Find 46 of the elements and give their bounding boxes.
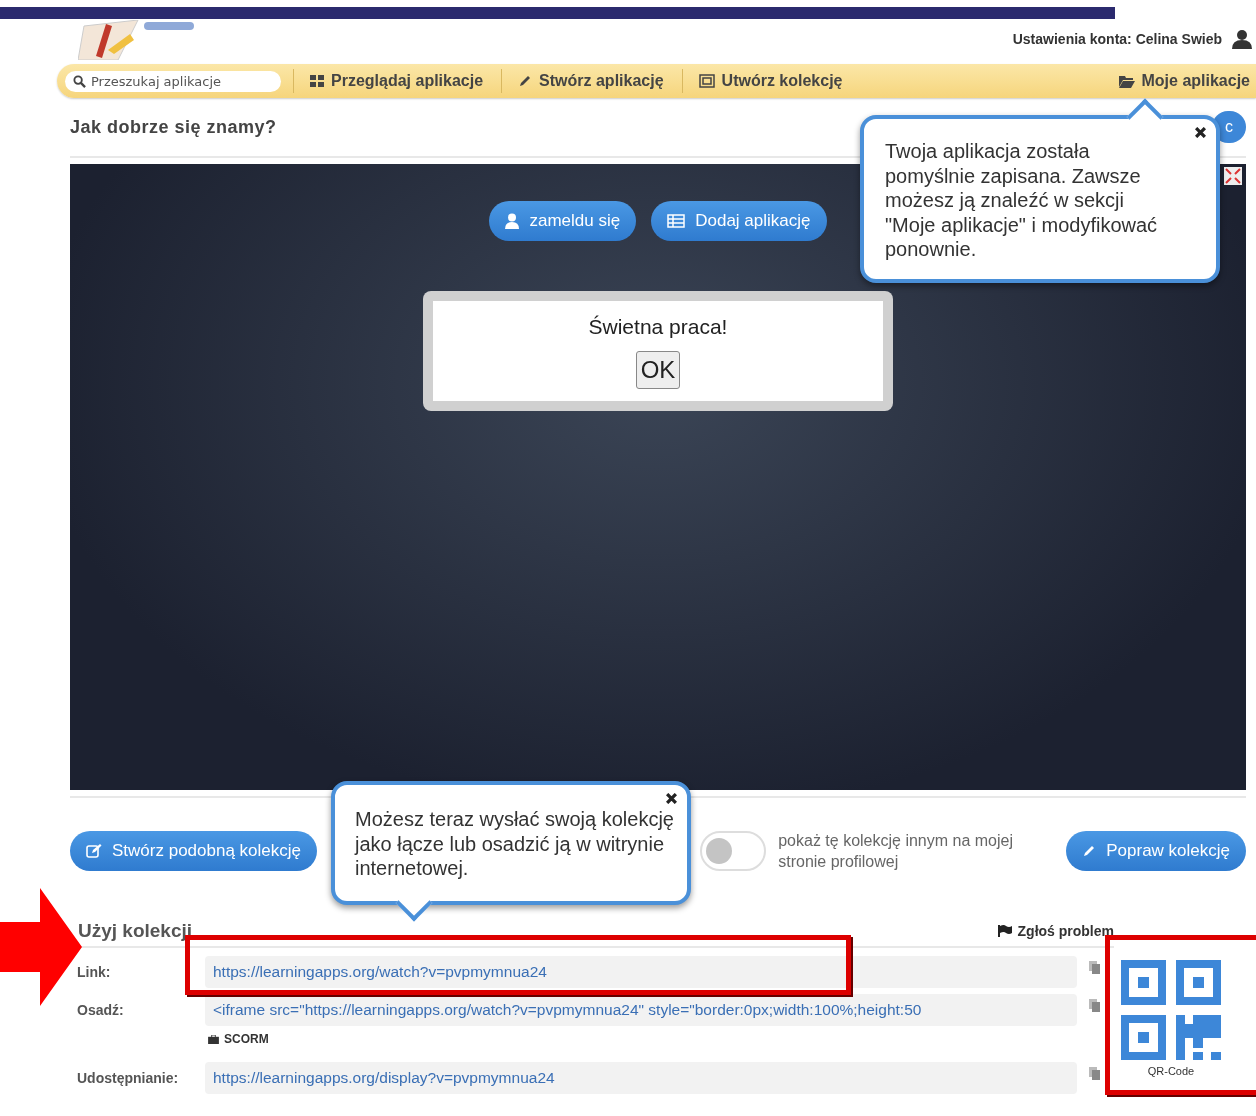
nav-link[interactable]: Stwórz aplikację [512,72,670,90]
grid-icon [310,74,324,88]
create-similar-button[interactable]: Stwórz podobną kolekcję [70,831,317,871]
briefcase-icon [208,1034,219,1044]
folder-icon [1118,74,1135,88]
close-icon[interactable] [666,793,677,804]
field-label: Udostępnianie: [77,1069,180,1086]
user-icon [505,213,520,229]
tooltip-text: Możesz teraz wysłać swoją kolekcję jako łącze lub osadzić ją w witrynie internetowej. [355,807,675,881]
user-icon[interactable] [1232,29,1252,49]
report-problem-link[interactable]: Zgłoś problem [997,923,1114,939]
player-button[interactable]: zameldu się [489,201,637,241]
scorm-link[interactable]: SCORM [208,1032,1077,1046]
copy-icon[interactable] [1089,999,1101,1013]
qr-code-icon[interactable] [1121,960,1221,1060]
nav-link[interactable]: Utwórz kolekcję [692,72,849,90]
tooltip-text: Twoja aplikacja została pomyślnie zapisana. Zawsze możesz ją znaleźć w sekcji "Moje aplikacje" i modyfikować ponownie. [885,139,1159,262]
copy-icon[interactable] [1089,1067,1101,1081]
fullscreen-icon[interactable] [1224,167,1242,185]
section-heading: Użyj kolekcji [78,920,193,942]
pencil-icon [518,74,533,88]
qr-code-label: QR-Code [1147,1065,1195,1077]
dialog-message: Świetna praca! [588,315,728,339]
account-settings-link[interactable]: Ustawienia konta: Celina Swieb [1012,31,1222,47]
edit-collection-button[interactable]: Popraw kolekcję [1066,831,1246,871]
field-label: Osadź: [77,1001,125,1018]
link-field[interactable]: <iframe src="https://learningapps.org/watch?v=pvpmymnua24" style="border:0px;width:100%;height:50 [205,994,1077,1026]
frame-icon [698,74,715,88]
close-icon[interactable] [1195,127,1206,138]
link-field[interactable]: https://learningapps.org/watch?v=pvpmymnua24 [205,956,1077,988]
search-icon [73,74,86,88]
edit-icon [86,843,102,859]
toggle-label: pokaż tę kolekcję innym na mojej stronie profilowej [778,831,1014,872]
nav-link[interactable]: Przeglądaj aplikacje [304,72,490,90]
table-icon [667,214,686,228]
toggle-switch[interactable] [700,831,767,871]
link-field[interactable]: https://learningapps.org/display?v=pvpmymnua24 [205,1062,1077,1094]
player-button[interactable]: Dodaj aplikację [651,201,827,241]
copy-icon[interactable] [1089,961,1101,975]
ok-button[interactable]: OK [635,351,681,389]
nav-link[interactable]: Moje aplikacje [1112,72,1256,90]
page-title: Jak dobrze się znamy? [70,116,277,138]
pencil-icon [1082,844,1097,858]
flag-icon [997,925,1012,937]
field-label: Link: [77,963,112,980]
search-field[interactable]: Przeszukaj aplikacje [65,70,281,92]
